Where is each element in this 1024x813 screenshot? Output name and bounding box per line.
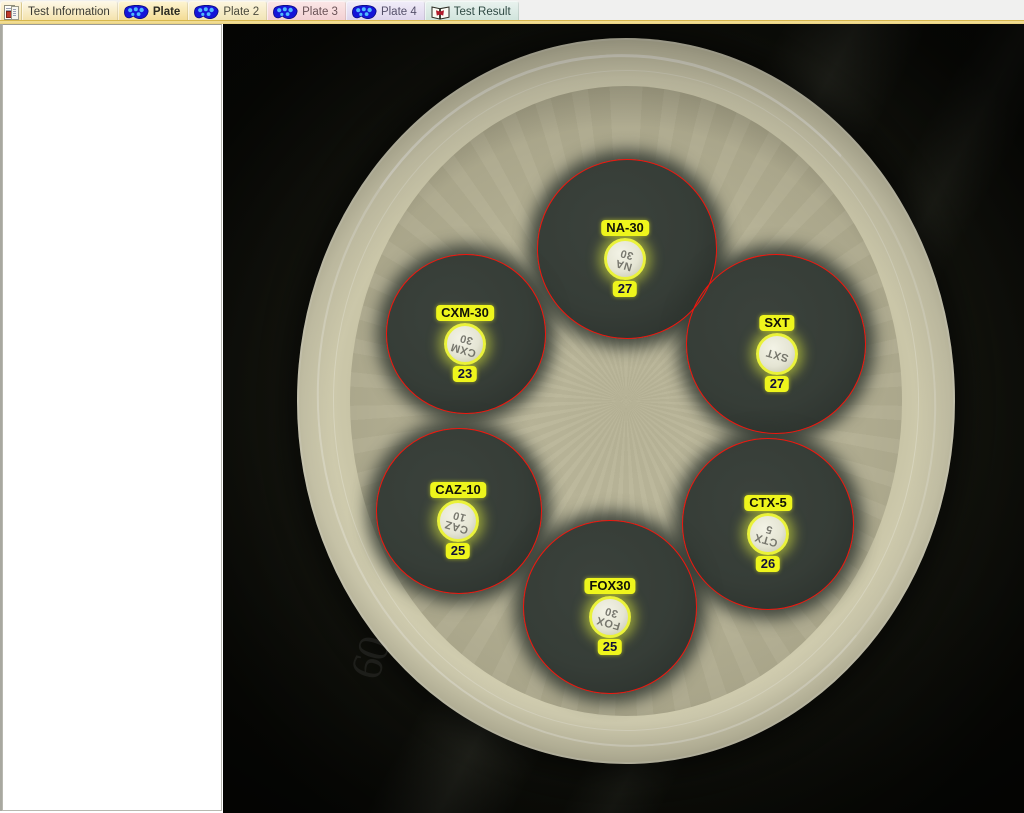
tab-plate-4[interactable]: Plate 4 <box>345 1 425 22</box>
details-panel <box>2 24 222 811</box>
tab-label: Plate 3 <box>302 6 338 18</box>
menu-icon-button[interactable] <box>0 1 22 22</box>
tab-label: Plate 4 <box>380 6 417 18</box>
plate-image-viewer[interactable]: 60 NA30NA-3027CXM30CXM-3023SXTSXT27CAZ10… <box>223 24 1024 813</box>
tab-label: Plate <box>152 6 181 18</box>
tab-test-result[interactable]: Test Result <box>424 1 519 22</box>
bacteria-colony-icon <box>123 5 149 19</box>
tab-bar: Test Information Plate Plate 2 Plate 3 P… <box>0 0 1024 24</box>
tab-test-information[interactable]: Test Information <box>22 1 118 22</box>
tab-label: Test Information <box>28 6 110 18</box>
bacteria-colony-icon <box>273 5 298 19</box>
tab-label: Test Result <box>453 6 511 18</box>
application-window: Test Information Plate Plate 2 Plate 3 P… <box>0 0 1024 813</box>
form-list-icon <box>3 5 19 20</box>
bacteria-colony-icon <box>194 5 219 19</box>
photo-vignette <box>223 24 1024 813</box>
tab-label: Plate 2 <box>223 6 260 18</box>
open-book-icon <box>431 5 450 20</box>
tab-plate[interactable]: Plate <box>117 1 189 22</box>
tab-plate-3[interactable]: Plate 3 <box>267 1 346 22</box>
bacteria-colony-icon <box>352 5 377 19</box>
tab-plate-2[interactable]: Plate 2 <box>188 1 268 22</box>
